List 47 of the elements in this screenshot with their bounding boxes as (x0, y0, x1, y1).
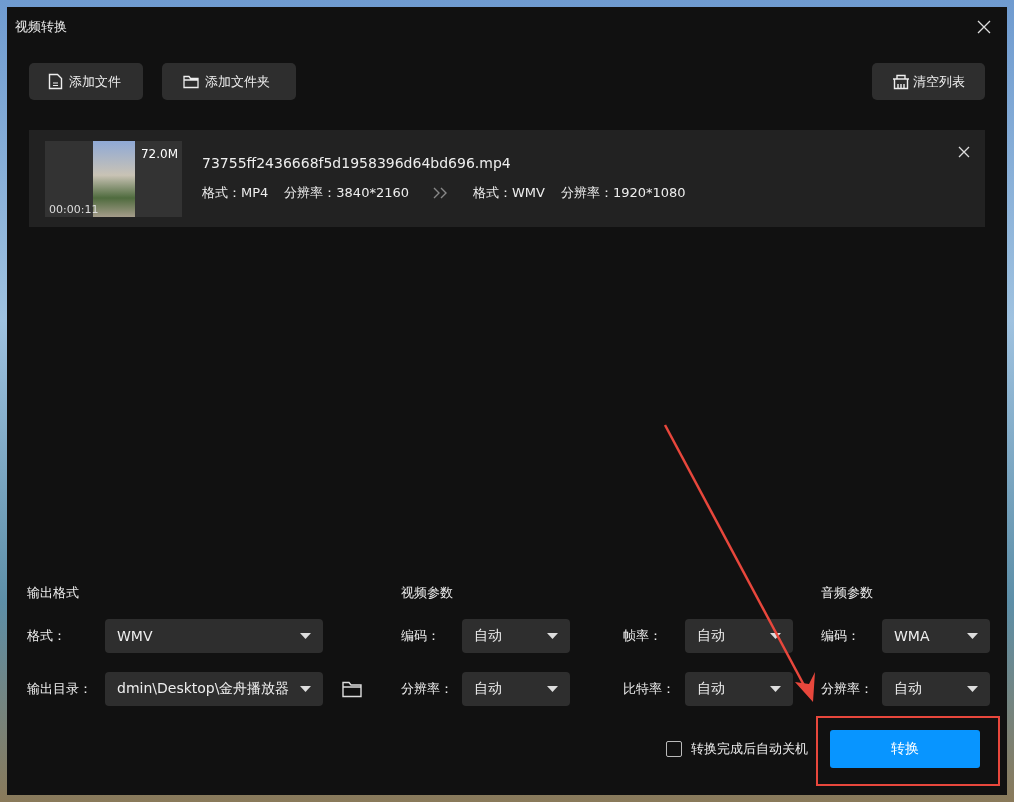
source-format: 格式：MP4 (202, 184, 269, 202)
field-label: 分辨率： (401, 680, 454, 698)
output-folder-dropdown[interactable]: dmin\Desktop\金舟播放器 (105, 672, 323, 706)
caret-icon (300, 633, 311, 639)
section-title: 音频参数 (821, 584, 874, 602)
section-title: 视频参数 (401, 584, 454, 602)
checkbox[interactable] (666, 741, 682, 757)
source-resolution: 分辨率：3840*2160 (284, 184, 409, 202)
caret-icon (967, 686, 978, 692)
caret-icon (770, 686, 781, 692)
add-file-button[interactable]: 添加文件 (29, 63, 143, 100)
field-label: 分辨率： (821, 680, 874, 698)
target-format: 格式：WMV (473, 184, 545, 202)
target-resolution: 分辨率：1920*1080 (560, 184, 686, 202)
add-folder-button[interactable]: 添加文件夹 (162, 63, 296, 100)
folder-icon (183, 74, 199, 89)
format-dropdown[interactable]: WMV (105, 619, 323, 653)
dropdown[interactable]: WMA (882, 619, 990, 653)
clear-list-button[interactable]: 清空列表 (872, 63, 985, 100)
file-icon (48, 73, 63, 90)
caret-icon (300, 686, 311, 692)
basket-icon (892, 73, 910, 90)
caret-icon (770, 633, 781, 639)
section-title: 输出格式 (27, 584, 80, 602)
remove-icon[interactable] (958, 146, 970, 158)
caret-icon (967, 633, 978, 639)
double-chevron-icon (433, 187, 449, 199)
file-size: 72.0M (140, 146, 178, 161)
field-label: 帧率： (623, 627, 663, 645)
field-label: 编码： (821, 627, 861, 645)
field-label: 比特率： (623, 680, 676, 698)
dropdown[interactable]: 自动 (685, 619, 793, 653)
close-icon[interactable] (977, 20, 991, 34)
caret-icon (547, 686, 558, 692)
window-title: 视频转换 (15, 18, 67, 36)
dropdown[interactable]: 自动 (882, 672, 990, 706)
dropdown[interactable]: 自动 (462, 672, 570, 706)
caret-icon (547, 633, 558, 639)
file-name: 73755ff2436668f5d1958396d64bd696.mp4 (202, 155, 512, 171)
checkbox-label: 转换完成后自动关机 (691, 740, 808, 758)
video-duration: 00:00:11 (49, 202, 99, 216)
field-label: 编码： (401, 627, 441, 645)
field-label: 格式： (27, 627, 67, 645)
dropdown[interactable]: 自动 (685, 672, 793, 706)
folder-icon[interactable] (342, 680, 362, 698)
field-label: 输出目录： (27, 680, 93, 698)
dropdown[interactable]: 自动 (462, 619, 570, 653)
